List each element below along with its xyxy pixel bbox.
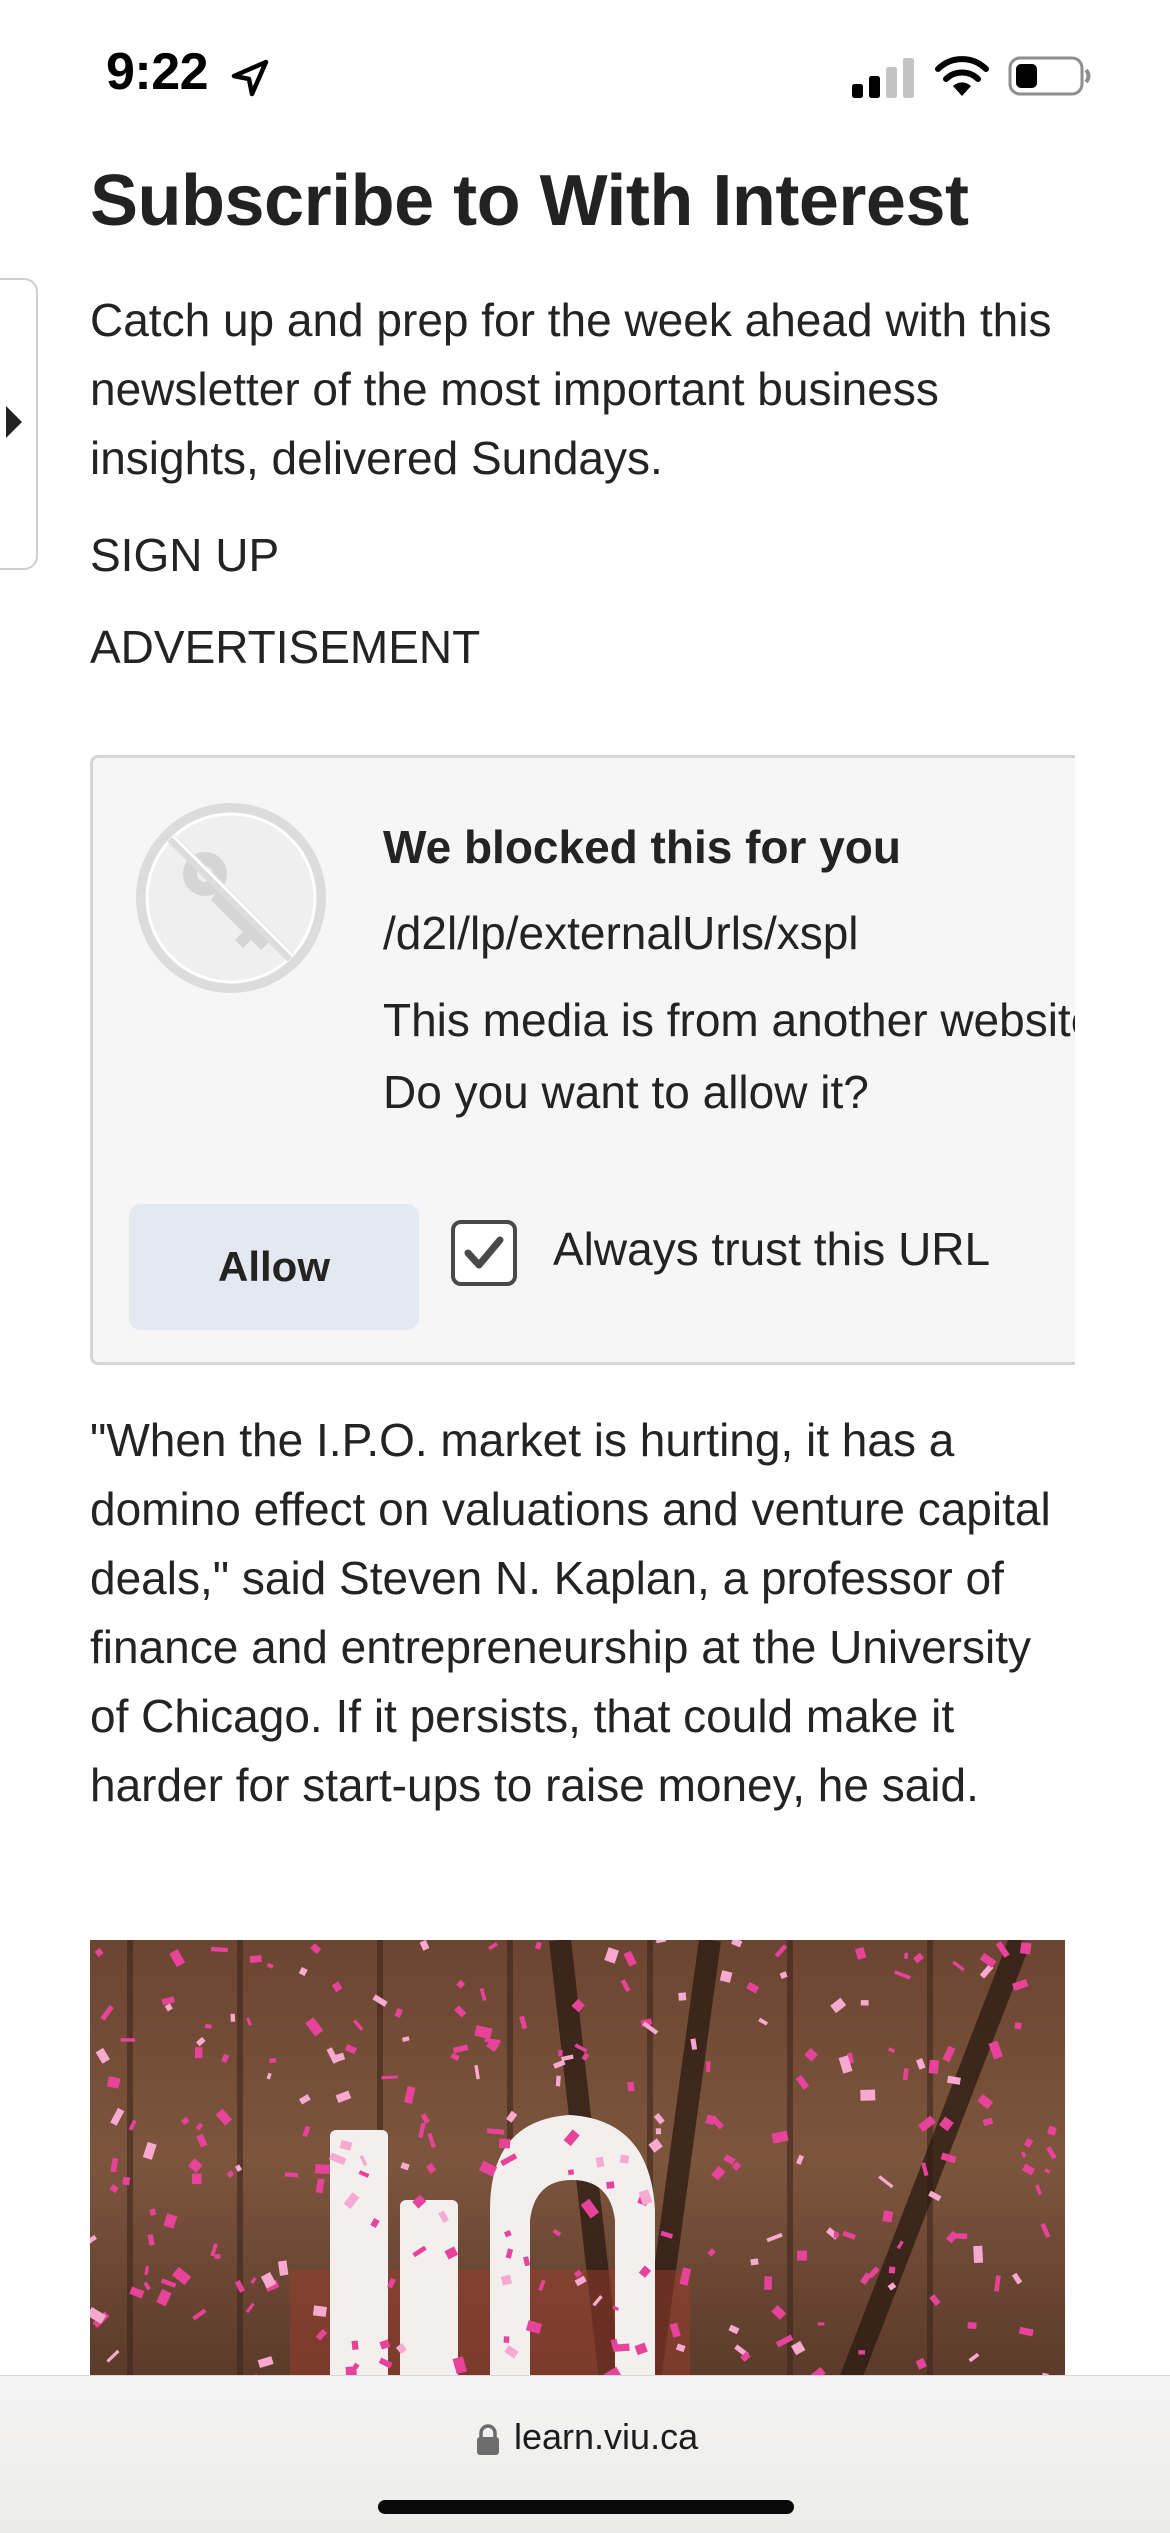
confetti-piece [706,2061,711,2073]
always-trust-label[interactable]: Always trust this URL [553,1222,990,1276]
confetti-piece [750,2258,759,2266]
blocked-message-line1: This media is from another website. [383,994,1075,1046]
confetti-piece [655,2128,662,2135]
confetti-piece [194,2047,203,2059]
confetti-piece [973,2245,984,2264]
allow-button[interactable]: Allow [129,1204,419,1330]
confetti-piece [904,1952,909,1959]
side-drawer-handle[interactable] [0,278,38,570]
chevron-right-icon [6,406,22,438]
confetti-piece [120,2038,135,2042]
blocked-message: This media is from another website. Do y… [383,984,1075,1128]
advertisement-label: ADVERTISEMENT [90,621,481,674]
status-bar: 9:22 [0,0,1170,140]
confetti-piece [817,2322,825,2326]
confetti-piece [555,2075,561,2087]
confetti-piece [860,2089,876,2101]
blocked-title: We blocked this for you [383,821,901,873]
always-trust-checkbox[interactable] [451,1220,517,1286]
confetti-piece [230,2013,236,2022]
blocked-message-line2: Do you want to allow it? [383,1066,869,1118]
cellular-signal-icon [852,58,916,98]
confetti-piece [312,2305,327,2317]
confetti-piece [503,2336,510,2343]
confetti-piece [1014,2022,1022,2030]
confetti-piece [928,2059,939,2074]
location-arrow-icon [228,56,272,100]
confetti-piece [619,2154,630,2164]
confetti-piece [678,1992,687,2001]
confetti-piece [192,2173,202,2185]
checkmark-icon [464,1236,504,1269]
article-paragraph: "When the I.P.O. market is hurting, it h… [90,1414,1051,1811]
confetti-piece [764,2276,773,2290]
confetti-piece [882,2210,894,2223]
confetti-piece [860,2000,869,2006]
confetti-piece [567,2169,575,2176]
confetti-piece [122,2176,131,2186]
confetti-piece [1019,1941,1032,1955]
confetti-piece [249,1955,262,1964]
blocked-key-icon [133,800,329,996]
confetti-piece [627,2081,635,2092]
sign-up-link[interactable]: SIGN UP [90,527,1065,583]
confetti-piece [558,2050,563,2057]
blocked-url: /d2l/lp/externalUrls/xspl [383,907,859,959]
confetti-piece [613,2343,630,2352]
newsletter-title: Subscribe to With Interest [90,161,969,241]
status-time: 9:22 [106,43,209,101]
newsletter-description: Catch up and prep for the week ahead wit… [90,294,1052,485]
home-indicator[interactable] [378,2500,794,2514]
battery-icon [1008,54,1092,98]
confetti-piece [498,2138,511,2149]
confetti-piece [888,2266,896,2274]
confetti-piece [314,2164,331,2174]
article-photo [90,1940,1065,2380]
article-content: Subscribe to With Interest Catch up and … [90,140,1065,675]
confetti-piece [950,2232,968,2240]
confetti-piece [214,2253,221,2260]
lock-icon [476,2424,500,2456]
confetti-piece [797,2250,807,2261]
confetti-piece [967,2322,977,2329]
confetti-piece [833,2231,839,2239]
wifi-icon [934,54,990,98]
confetti-piece [351,2340,359,2350]
browser-address-bar[interactable]: learn.viu.ca [0,2375,1170,2533]
confetti-piece [606,2181,615,2189]
blocked-media-card: We blocked this for you /d2l/lp/external… [90,755,1075,1365]
confetti-piece [269,2057,277,2064]
confetti-piece [284,2172,299,2178]
address-url[interactable]: learn.viu.ca [514,2416,698,2458]
confetti-piece [858,2350,865,2355]
